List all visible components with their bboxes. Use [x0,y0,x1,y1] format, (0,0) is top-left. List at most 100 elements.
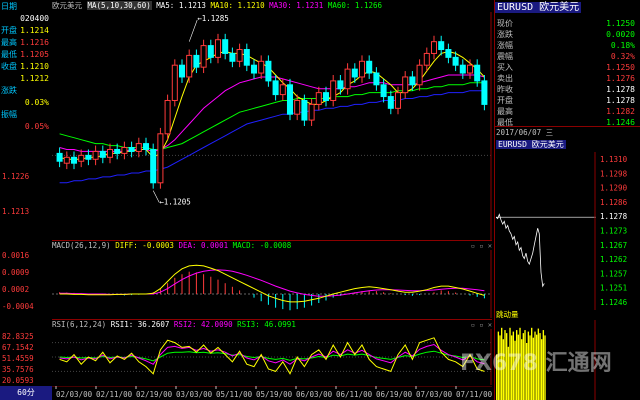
quote-row-value: 1.1278 [606,85,635,94]
candle [387,96,394,109]
candle [150,148,157,184]
x-tick-label: 05/11/00 [216,390,253,399]
tick-chart[interactable] [496,152,596,310]
candle [200,45,207,68]
rsi-tick-label: 67.1542 [2,343,34,352]
rsi-label[interactable]: RSI(6,12,24) [52,320,106,329]
rsi2-value: RSI2: 42.0090 [173,320,233,329]
candle [128,147,135,152]
ma60-value: MA60: 1.1266 [327,1,383,10]
candle [78,154,85,162]
quote-row-label: 开盘 [497,96,513,105]
candle [394,92,402,109]
left-row: 收盘 1.1210 [1,61,50,73]
candle [337,80,344,90]
left-row: 0.03% [1,97,50,109]
candle [286,84,294,115]
watermark-logo: FX678 汇通网 [460,351,612,376]
period-button[interactable]: 60分 [0,386,52,400]
tick-axis-label: 1.1251 [600,284,627,293]
candle [229,52,236,62]
left-data-panel: 日期 020400 开盘 1.1214 最高 1.1216 最低 1.1205 收盘 1.1210… [0,0,50,230]
candle [265,60,272,82]
candle [416,64,423,86]
low-annotation: ←1.1205 [159,197,191,206]
tick-axis-label: 1.1310 [600,155,628,164]
rsi1-value: RSI1: 36.2607 [110,320,170,329]
quote-row-label: 现价 [497,19,513,28]
candle [207,45,214,58]
quote-row-value: 0.0020 [606,30,635,39]
candle [243,49,250,66]
candle [351,68,358,78]
tick-title: EURUSD 欧元美元 [496,138,636,152]
x-tick-label: 06/03/00 [296,390,333,399]
macd-diff: DIFF: -0.0003 [115,241,174,250]
macd-label[interactable]: MACD(26,12,9) [52,241,111,250]
left-row-value: 1.1216 [20,38,49,47]
volume-label: 跳动量 [496,310,519,319]
x-tick-label: 06/11/00 [336,390,373,399]
macd-tick-label: 0.0002 [2,285,29,294]
macd-tick-label: 0.0016 [2,251,30,260]
tick-axis-label: 1.1262 [600,255,627,264]
quote-row-label: 涨幅 [497,41,513,50]
candle [430,41,438,54]
left-row-value: 1.1205 [20,50,49,59]
ma60-line [59,82,485,150]
quote-row: 涨幅 0.18% [497,40,637,51]
left-row-value: 0.03% [24,98,49,107]
left-row-label: 最低 [1,50,17,59]
quote-row: 买入 1.1250 [497,62,637,73]
left-row: 开盘 1.1214 [1,25,50,37]
left-row-value: 0.05% [24,122,49,131]
rsi-chart[interactable] [52,329,492,385]
candle [63,156,70,164]
quote-row-label: 买入 [497,63,513,72]
candle [373,72,380,86]
candle [222,39,229,54]
candle [171,64,178,101]
tick-title-text: EURUSD 欧元美元 [496,140,566,149]
tick-axis-label: 1.1257 [600,269,627,278]
candle [423,52,430,66]
quote-title-text: EURUSD 欧元美元 [495,2,582,13]
price-tick-label: 1.1213 [2,207,30,216]
left-row-value: 1.1210 [20,62,49,71]
left-row-label: 收盘 [1,62,17,71]
left-row-label: 振幅 [1,110,17,119]
ma30-value: MA30: 1.1231 [269,1,324,10]
rsi-y-axis: 82.8325 67.1542 51.4559 35.7576 20.0593 [2,332,34,385]
candle [258,60,265,74]
candle [142,143,150,150]
candle [445,49,452,58]
quote-row-label: 昨收 [497,85,513,94]
x-tick-label: 07/03/00 [416,390,453,399]
candle [70,156,78,164]
left-row: 1.1212 [1,73,50,85]
x-axis: 02/03/00 02/11/00 02/19/00 03/03/00 05/11/00… [52,386,492,399]
quote-row-value: 1.1276 [606,74,635,83]
left-row: 0.05% [1,121,50,133]
left-row-label: 最高 [1,38,17,47]
ma5-value: MA5: 1.1213 [156,1,206,10]
quote-row-label: 最高 [497,107,513,116]
ma-settings[interactable]: MA(5,10,30,60) [86,1,152,10]
left-row: 日期 [1,1,50,13]
quote-row-value: 0.18% [610,41,635,50]
quote-row-label: 震幅 [497,52,513,61]
candle [99,150,106,158]
high-annotation-line [188,19,198,42]
left-row-label: 开盘 [1,26,17,35]
quote-row: 涨跌 0.0020 [497,29,637,40]
tick-date: 2017/06/07 三 [496,128,554,137]
macd-macd: MACD: -0.0008 [232,241,292,250]
macd-chart[interactable] [52,250,492,318]
candlestick-chart[interactable]: ←1.1285 ←1.1205 [52,12,492,240]
left-row-label: 涨跌 [1,86,17,95]
quote-row: 震幅 0.32% [497,51,637,62]
candle [56,152,63,162]
rsi2-line [59,343,485,365]
candle [272,80,279,96]
quote-row-label: 涨跌 [497,30,513,39]
